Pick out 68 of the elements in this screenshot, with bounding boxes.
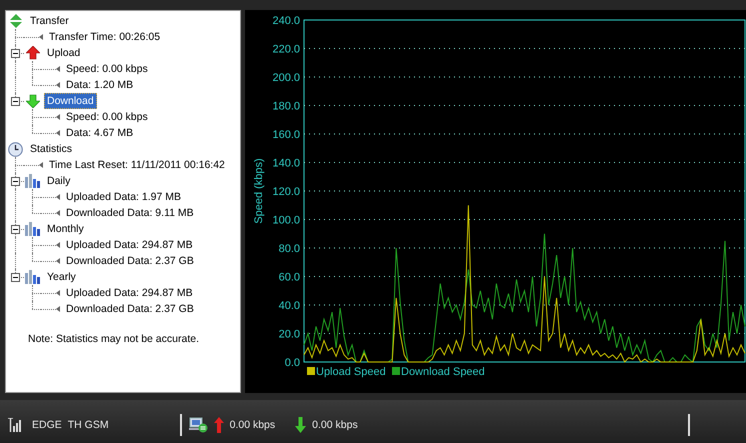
axis-tick-label: 160.0: [272, 129, 300, 141]
up-arrow-icon: [26, 46, 40, 60]
bullet-icon: [56, 66, 60, 72]
bullet-icon: [39, 34, 43, 40]
collapse-toggle[interactable]: [11, 225, 20, 234]
axis-tick-label: 40.0: [278, 300, 300, 312]
bullet-icon: [56, 306, 60, 312]
axis-tick-label: 80.0: [278, 243, 300, 255]
tree-item[interactable]: Uploaded Data: 1.97 MB: [63, 189, 184, 205]
axis-title: Speed (kbps): [253, 158, 265, 224]
tree-item[interactable]: Download: [44, 93, 97, 109]
signal-icon: [8, 418, 23, 432]
up-arrow-icon: [214, 417, 224, 433]
tree-item[interactable]: Downloaded Data: 9.11 MB: [63, 205, 197, 221]
bullet-icon: [56, 210, 60, 216]
network-connection-icon: [188, 417, 208, 433]
collapse-toggle[interactable]: [11, 273, 20, 282]
tree-item[interactable]: Transfer Time: 00:26:05: [46, 29, 164, 45]
axis-tick-label: 100.0: [272, 214, 300, 226]
down-arrow-icon: [295, 417, 306, 433]
tree-item[interactable]: Yearly: [44, 269, 79, 285]
note-text: Note: Statistics may not be accurate.: [28, 333, 200, 345]
tree-item[interactable]: Uploaded Data: 294.87 MB: [63, 285, 196, 301]
tree-item[interactable]: Monthly: [44, 221, 87, 237]
bullet-icon: [56, 290, 60, 296]
tree-item[interactable]: Speed: 0.00 kbps: [63, 109, 151, 125]
tree-item[interactable]: Uploaded Data: 294.87 MB: [63, 237, 196, 253]
bullet-icon: [56, 130, 60, 136]
bullet-icon: [56, 194, 60, 200]
collapse-toggle[interactable]: [11, 177, 20, 186]
tree-item[interactable]: Speed: 0.00 kbps: [63, 61, 151, 77]
axis-tick-label: 0.0: [284, 357, 300, 369]
tree-item[interactable]: Upload: [44, 45, 84, 61]
bar-chart-icon: [25, 222, 40, 236]
tree-item[interactable]: Statistics: [27, 141, 76, 157]
bullet-icon: [56, 114, 60, 120]
download-rate: 0.00 kbps: [312, 419, 358, 431]
bar-chart-icon: [25, 174, 40, 188]
transfer-icon: [8, 14, 22, 28]
network-operator: TH GSM: [68, 419, 109, 431]
legend-label: Upload Speed: [316, 366, 386, 378]
bullet-icon: [39, 162, 43, 168]
tree-item[interactable]: Data: 1.20 MB: [63, 77, 136, 93]
axis-tick-label: 200.0: [272, 72, 300, 84]
tree-item[interactable]: Daily: [44, 173, 74, 189]
legend-label: Download Speed: [401, 366, 485, 378]
axis-tick-label: 20.0: [278, 328, 300, 340]
tree-item[interactable]: Downloaded Data: 2.37 GB: [63, 301, 197, 317]
tree-item[interactable]: Downloaded Data: 2.37 GB: [63, 253, 197, 269]
bullet-icon: [56, 258, 60, 264]
bullet-icon: [56, 82, 60, 88]
network-type: EDGE: [32, 419, 62, 431]
collapse-toggle[interactable]: [11, 97, 20, 106]
tree-item[interactable]: Time Last Reset: 11/11/2011 00:16:42: [46, 157, 228, 173]
collapse-toggle[interactable]: [11, 49, 20, 58]
bullet-icon: [56, 242, 60, 248]
axis-tick-label: 180.0: [272, 100, 300, 112]
clock-icon: [8, 142, 23, 156]
tree-item[interactable]: Transfer: [27, 13, 72, 29]
bar-chart-icon: [25, 270, 40, 284]
axis-tick-label: 240.0: [272, 15, 300, 27]
down-arrow-icon: [26, 94, 40, 108]
axis-tick-label: 120.0: [272, 186, 300, 198]
axis-tick-label: 140.0: [272, 158, 300, 170]
tree-item[interactable]: Data: 4.67 MB: [63, 125, 136, 141]
upload-rate: 0.00 kbps: [230, 419, 276, 431]
axis-tick-label: 220.0: [272, 44, 300, 56]
axis-tick-label: 60.0: [278, 272, 300, 284]
